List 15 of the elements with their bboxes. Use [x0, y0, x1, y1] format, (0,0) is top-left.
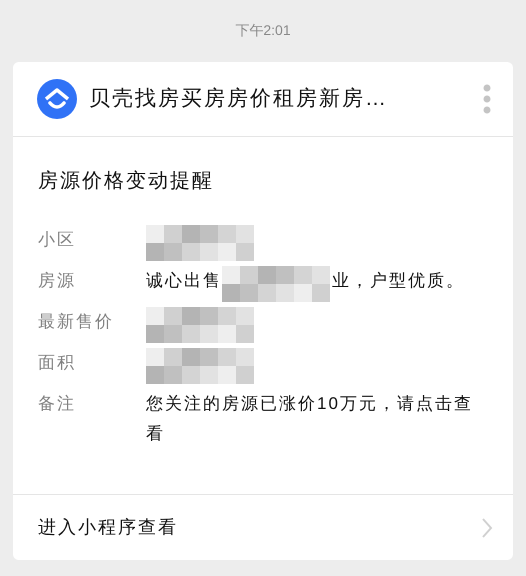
field-label: 备注: [38, 393, 77, 415]
app-name: 贝壳找房买房房价租房新房…: [89, 86, 388, 112]
field-label: 房源: [38, 270, 77, 292]
field-value: 诚心出售: [146, 270, 222, 292]
field-value: 您关注的房源已涨价10万元，请点击查看: [146, 393, 474, 445]
chevron-right-icon[interactable]: [481, 516, 493, 538]
field-label: 小区: [38, 229, 77, 251]
house-logo-icon: [37, 79, 77, 119]
status-time: 下午2:01: [235, 21, 291, 40]
field-value: 业，户型优质。: [332, 270, 465, 292]
field-label: 面积: [38, 352, 77, 374]
open-mini-program-link[interactable]: 进入小程序查看: [38, 514, 178, 541]
message-title: 房源价格变动提醒: [38, 169, 215, 194]
field-label: 最新售价: [38, 311, 115, 333]
more-icon[interactable]: [483, 84, 491, 114]
